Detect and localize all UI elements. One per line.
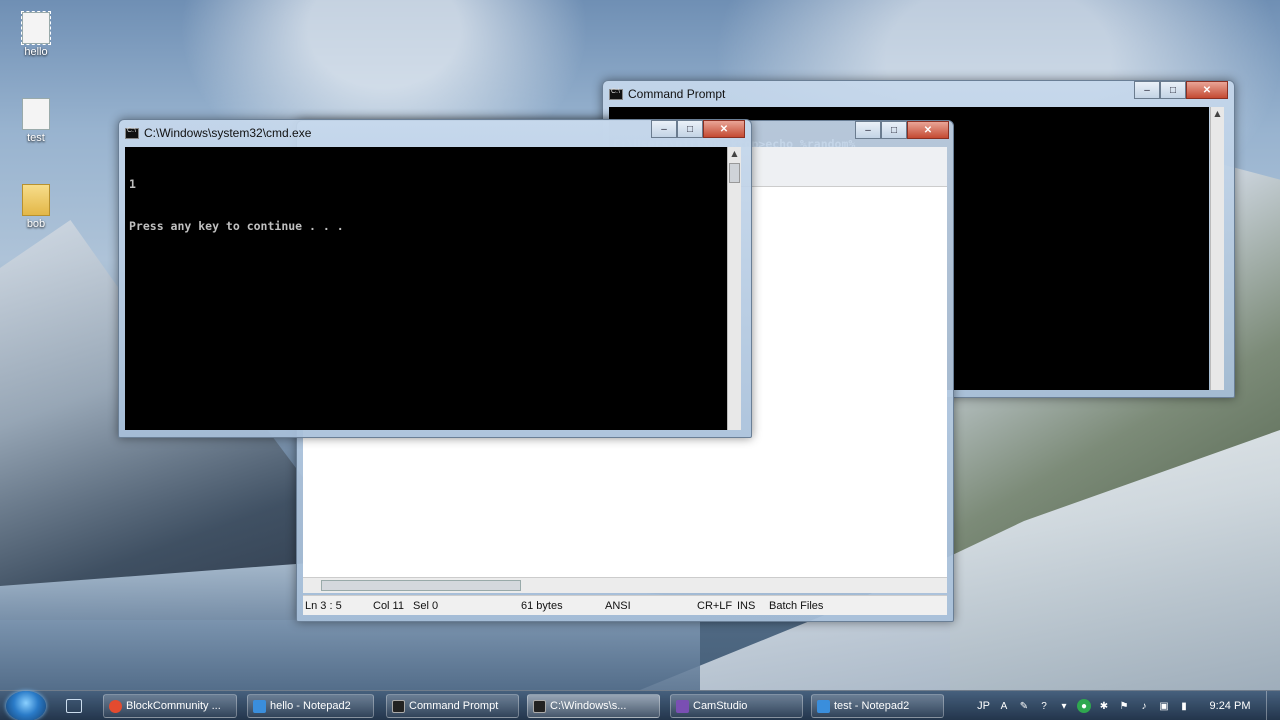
pinned-app-icon[interactable]: [66, 699, 82, 713]
taskbar-button-label: hello - Notepad2: [270, 700, 351, 712]
maximize-button[interactable]: □: [881, 121, 907, 139]
console-output[interactable]: 1 Press any key to continue . . .: [125, 147, 727, 430]
taskbar: BlockCommunity ... hello - Notepad2 Comm…: [0, 690, 1280, 720]
taskbar-button-label: CamStudio: [693, 700, 748, 712]
desktop-icon-test[interactable]: test: [8, 98, 64, 144]
status-sel: Sel 0: [413, 599, 439, 612]
settings-icon[interactable]: ✱: [1097, 699, 1111, 713]
scroll-up-icon[interactable]: ▲: [1211, 107, 1224, 121]
language-indicator[interactable]: JP: [977, 700, 990, 712]
taskbar-button-label: BlockCommunity ...: [126, 700, 221, 712]
status-size: 61 bytes: [521, 599, 563, 612]
taskbar-button-cmd-exe[interactable]: C:\Windows\s...: [527, 694, 660, 718]
maximize-button[interactable]: □: [677, 120, 703, 138]
cmd-icon: [533, 700, 546, 713]
horizontal-scrollbar[interactable]: [303, 577, 947, 593]
minimize-button[interactable]: –: [651, 120, 677, 138]
taskbar-button-label: test - Notepad2: [834, 700, 910, 712]
title-bar[interactable]: Command Prompt – □ ✕: [609, 81, 1228, 103]
notepad-icon: [253, 700, 266, 713]
show-desktop-button[interactable]: [1266, 691, 1280, 720]
console-line: 1: [129, 177, 136, 191]
minimize-button[interactable]: –: [855, 121, 881, 139]
cmd-icon: [125, 127, 139, 139]
cmd-icon: [392, 700, 405, 713]
status-bar: Ln 3 : 5 Col 11 Sel 0 61 bytes ANSI CR+L…: [303, 595, 947, 615]
desktop-icon-bob[interactable]: bob: [8, 184, 64, 230]
status-eol[interactable]: CR+LF: [697, 600, 737, 612]
console-line: Press any key to continue . . .: [129, 219, 344, 233]
notepad-icon: [817, 700, 830, 713]
minimize-button[interactable]: –: [1134, 81, 1160, 99]
tools-icon[interactable]: ✎: [1017, 699, 1031, 713]
ime-icon[interactable]: A: [997, 699, 1011, 713]
scroll-thumb[interactable]: [321, 580, 521, 591]
window-title: C:\Windows\system32\cmd.exe: [144, 126, 312, 140]
close-button[interactable]: ✕: [703, 120, 745, 138]
green-app-icon[interactable]: ●: [1077, 699, 1091, 713]
clock[interactable]: 9:24 PM: [1194, 700, 1266, 712]
vertical-scrollbar[interactable]: ▲: [727, 147, 741, 430]
status-mode: INS: [737, 599, 756, 612]
window-title: Command Prompt: [628, 87, 726, 101]
options-icon[interactable]: ▾: [1057, 699, 1071, 713]
taskbar-button-label: C:\Windows\s...: [550, 700, 627, 712]
taskbar-button-notepad-hello[interactable]: hello - Notepad2: [247, 694, 374, 718]
desktop-icon-label: test: [27, 132, 45, 144]
cmd-exe-window[interactable]: C:\Windows\system32\cmd.exe – □ ✕ 1 Pres…: [118, 119, 752, 438]
taskbar-button-camstudio[interactable]: CamStudio: [670, 694, 803, 718]
maximize-button[interactable]: □: [1160, 81, 1186, 99]
desktop-icon-hello[interactable]: hello: [8, 11, 64, 58]
status-position: Ln 3 : 5: [305, 599, 342, 612]
taskbar-button-label: Command Prompt: [409, 700, 499, 712]
camstudio-icon: [676, 700, 689, 713]
text-file-icon: [22, 98, 50, 130]
status-scheme[interactable]: Batch Files: [769, 600, 823, 612]
signal-icon[interactable]: ▮: [1177, 699, 1191, 713]
status-col: Col 11: [373, 599, 404, 612]
desktop-icon-label: bob: [26, 218, 46, 230]
system-tray: JP A ✎ ? ▾ ● ✱ ⚑ ♪ ▣ ▮ 9:24 PM: [977, 691, 1280, 720]
taskbar-button-notepad-test[interactable]: test - Notepad2: [811, 694, 944, 718]
status-encoding[interactable]: ANSI: [605, 600, 697, 612]
scroll-thumb[interactable]: [729, 163, 740, 183]
taskbar-button-command-prompt[interactable]: Command Prompt: [386, 694, 519, 718]
close-button[interactable]: ✕: [907, 121, 949, 139]
taskbar-button-browser[interactable]: BlockCommunity ...: [103, 694, 237, 718]
start-button[interactable]: [6, 691, 46, 720]
chrome-icon: [109, 700, 122, 713]
batch-file-icon: [21, 11, 51, 45]
folder-icon: [22, 184, 50, 216]
desktop-icon-label: hello: [24, 46, 48, 58]
volume-icon[interactable]: ♪: [1137, 699, 1151, 713]
close-button[interactable]: ✕: [1186, 81, 1228, 99]
cmd-icon: [609, 88, 623, 100]
action-center-icon[interactable]: ⚑: [1117, 699, 1131, 713]
title-bar[interactable]: C:\Windows\system32\cmd.exe – □ ✕: [125, 120, 745, 142]
vertical-scrollbar[interactable]: ▲: [1210, 107, 1224, 390]
help-icon[interactable]: ?: [1037, 699, 1051, 713]
network-icon[interactable]: ▣: [1157, 699, 1171, 713]
scroll-up-icon[interactable]: ▲: [728, 147, 741, 161]
